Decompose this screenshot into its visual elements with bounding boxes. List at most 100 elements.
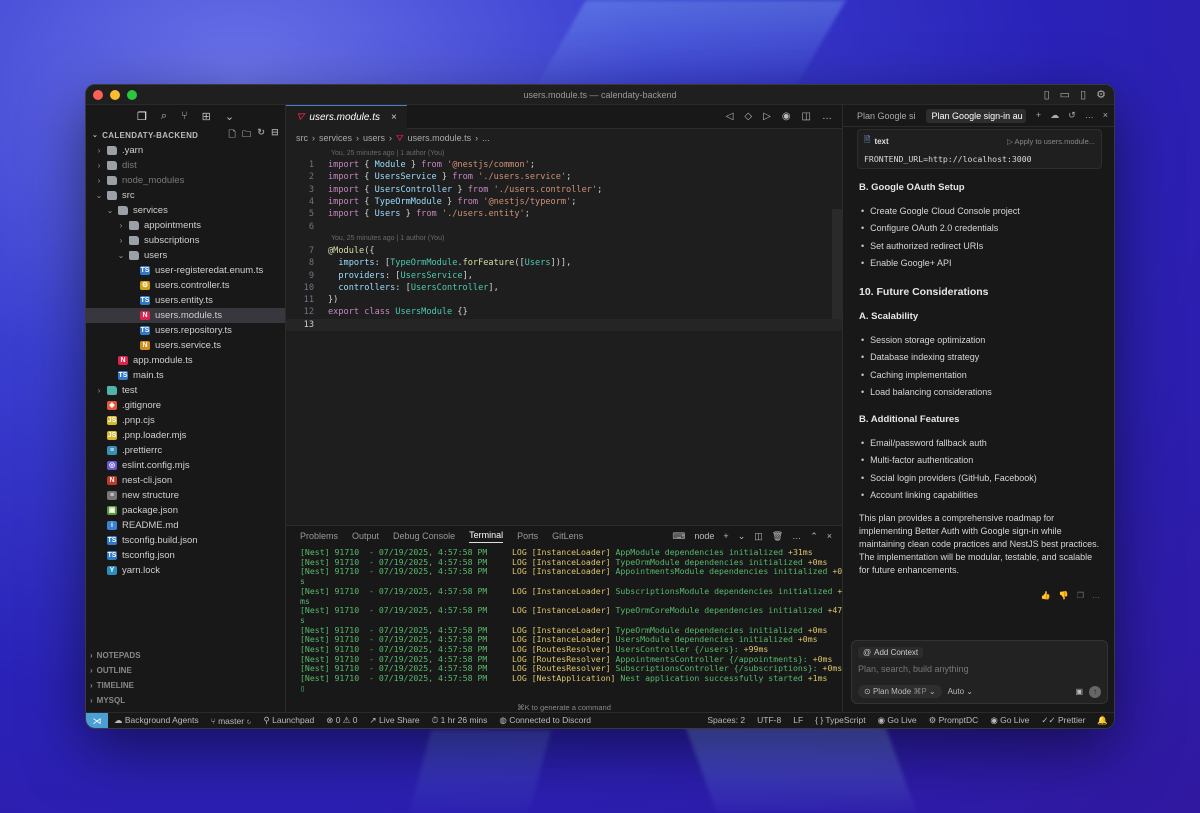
sidebar-section-notepads[interactable]: › NOTEPADS — [86, 648, 285, 663]
tree-file[interactable]: ▣ package.json — [86, 503, 285, 518]
notifications-icon[interactable]: 🔔 — [1091, 715, 1114, 726]
code-view[interactable]: You, 25 minutes ago | 1 author (You) 1 im… — [286, 147, 842, 331]
tree-folder[interactable]: ⌄ src — [86, 188, 285, 203]
tree-folder[interactable]: › subscriptions — [86, 233, 285, 248]
background-agents[interactable]: ☁ Background Agents — [108, 715, 205, 726]
toggle-sidebar-icon[interactable]: ▯ — [1044, 88, 1050, 101]
chat-composer[interactable]: @ Add Context Plan, search, build anythin… — [851, 640, 1108, 704]
problems-count[interactable]: ⊗ 0 ⚠ 0 — [320, 715, 363, 726]
tree-folder[interactable]: › appointments — [86, 218, 285, 233]
tab-output[interactable]: Output — [352, 531, 379, 541]
toggle-panel-icon[interactable]: ▭ — [1060, 88, 1070, 101]
tree-file[interactable]: ≡ new structure — [86, 488, 285, 503]
cloud-icon[interactable]: ☁ — [1050, 110, 1059, 121]
go-live[interactable]: ◉ Go Live — [872, 715, 923, 726]
tree-file[interactable]: ≡ .prettierrc — [86, 443, 285, 458]
tree-file[interactable]: TS users.entity.ts — [86, 293, 285, 308]
breadcrumb-item[interactable]: services — [319, 133, 352, 143]
add-context-button[interactable]: @ Add Context — [858, 647, 924, 658]
tree-file[interactable]: Nnest-cli.json — [86, 473, 285, 488]
tree-file[interactable]: ⚙ users.controller.ts — [86, 278, 285, 293]
search-icon[interactable]: ⌕ — [161, 110, 167, 123]
terminal-output[interactable]: [Nest] 91710 - 07/19/2025, 4:57:58 PM LO… — [286, 546, 847, 694]
breadcrumb-item[interactable]: src — [296, 133, 308, 143]
tree-file[interactable]: TS main.ts — [86, 368, 285, 383]
close-icon[interactable]: × — [1103, 110, 1108, 121]
maximize-panel-icon[interactable]: ⌃ — [810, 531, 818, 542]
explorer-files-icon[interactable]: ❐ — [137, 110, 147, 123]
discord-status[interactable]: ◍ Connected to Discord — [493, 715, 597, 726]
indentation[interactable]: Spaces: 2 — [701, 715, 751, 726]
encoding[interactable]: UTF-8 — [751, 715, 787, 726]
new-terminal-icon[interactable]: + — [723, 531, 728, 541]
compare-icon[interactable]: ◇ — [744, 111, 752, 122]
launchpad[interactable]: ⚲ Launchpad — [258, 715, 321, 726]
tab-ports[interactable]: Ports — [517, 531, 538, 541]
tab-terminal[interactable]: Terminal — [469, 530, 504, 543]
remote-icon[interactable]: ⋊ — [86, 712, 108, 728]
tree-file[interactable]: TS tsconfig.json — [86, 548, 285, 563]
tab-problems[interactable]: Problems — [300, 531, 338, 541]
source-control-icon[interactable]: ⑂ — [181, 110, 188, 122]
chevron-down-icon[interactable]: ⌄ — [225, 110, 234, 123]
tree-file[interactable]: Napp.module.ts — [86, 353, 285, 368]
minimize-button[interactable] — [110, 90, 120, 100]
tree-file[interactable]: Yyarn.lock — [86, 563, 285, 578]
close-panel-icon[interactable]: × — [827, 531, 832, 541]
trash-icon[interactable]: 🗑 — [772, 531, 783, 542]
explorer-root-header[interactable]: ⌄ CALENDATY-BACKEND 🗋 🗀 ↻ ⊟ — [86, 127, 285, 143]
more-actions-icon[interactable]: … — [1085, 110, 1094, 121]
send-button[interactable]: ↑ — [1089, 685, 1101, 698]
tab-gitlens[interactable]: GitLens — [552, 531, 583, 541]
git-branch[interactable]: ⑂ master ↻ — [205, 716, 258, 726]
chat-tab-active[interactable]: Plan Google sign-in au — [925, 108, 1026, 123]
refresh-icon[interactable]: ↻ — [257, 127, 265, 143]
tree-file[interactable]: ◆ .gitignore — [86, 398, 285, 413]
tree-folder[interactable]: ⌄ services — [86, 203, 285, 218]
copy-icon[interactable]: ❐ — [1077, 591, 1084, 600]
breadcrumb-item[interactable]: ... — [482, 133, 490, 143]
terminal-shell-name[interactable]: node — [694, 531, 714, 541]
go-live-2[interactable]: ◉ Go Live — [984, 715, 1035, 726]
gitlens-icon[interactable]: ◉ — [782, 111, 791, 122]
maximize-button[interactable] — [127, 90, 137, 100]
toggle-secondary-sidebar-icon[interactable]: ▯ — [1080, 88, 1086, 101]
time-tracker[interactable]: ⏱ 1 hr 26 mins — [426, 715, 494, 726]
settings-gear-icon[interactable]: ⚙ — [1096, 88, 1106, 101]
breadcrumb-item[interactable]: users — [363, 133, 385, 143]
close-icon[interactable]: × — [391, 112, 397, 123]
close-button[interactable] — [93, 90, 103, 100]
thumbs-down-icon[interactable]: 👎 — [1059, 591, 1069, 600]
new-chat-icon[interactable]: + — [1036, 110, 1041, 121]
sidebar-section-outline[interactable]: › OUTLINE — [86, 663, 285, 678]
tree-folder[interactable]: › node_modules — [86, 173, 285, 188]
live-share[interactable]: ↗ Live Share — [364, 715, 426, 726]
line-ending[interactable]: LF — [787, 715, 809, 726]
sidebar-section-mysql[interactable]: › MYSQL — [86, 693, 285, 708]
breadcrumb-item[interactable]: users.module.ts — [408, 133, 472, 143]
collapse-all-icon[interactable]: ⊟ — [271, 127, 279, 143]
extensions-icon[interactable]: ⊞ — [202, 110, 211, 123]
more-actions-icon[interactable]: … — [822, 111, 832, 122]
split-editor-icon[interactable]: ◫ — [802, 111, 811, 122]
more-actions-icon[interactable]: … — [1092, 591, 1100, 600]
tree-folder[interactable]: › test — [86, 383, 285, 398]
chevron-down-icon[interactable]: ⌄ — [738, 531, 746, 542]
image-icon[interactable]: ▣ — [1075, 687, 1083, 696]
tab-users-module[interactable]: ⛛ users.module.ts × — [286, 104, 407, 129]
tree-file[interactable]: ◎ eslint.config.mjs — [86, 458, 285, 473]
tree-folder[interactable]: › dist — [86, 158, 285, 173]
prettier[interactable]: ✓✓ Prettier — [1035, 715, 1091, 726]
tree-file[interactable]: TS users.repository.ts — [86, 323, 285, 338]
tree-folder[interactable]: › .yarn — [86, 143, 285, 158]
model-selector[interactable]: Auto ⌄ — [948, 687, 973, 696]
go-back-icon[interactable]: ◁ — [726, 111, 734, 122]
new-folder-icon[interactable]: 🗀 — [242, 127, 251, 143]
sidebar-section-timeline[interactable]: › TIMELINE — [86, 678, 285, 693]
split-terminal-icon[interactable]: ◫ — [754, 531, 763, 542]
tab-debug-console[interactable]: Debug Console — [393, 531, 455, 541]
apply-button[interactable]: ▷ Apply to users.module... — [1007, 137, 1095, 146]
tree-file[interactable]: TS tsconfig.build.json — [86, 533, 285, 548]
tree-file[interactable]: Nusers.module.ts — [86, 308, 285, 323]
tree-file[interactable]: i README.md — [86, 518, 285, 533]
